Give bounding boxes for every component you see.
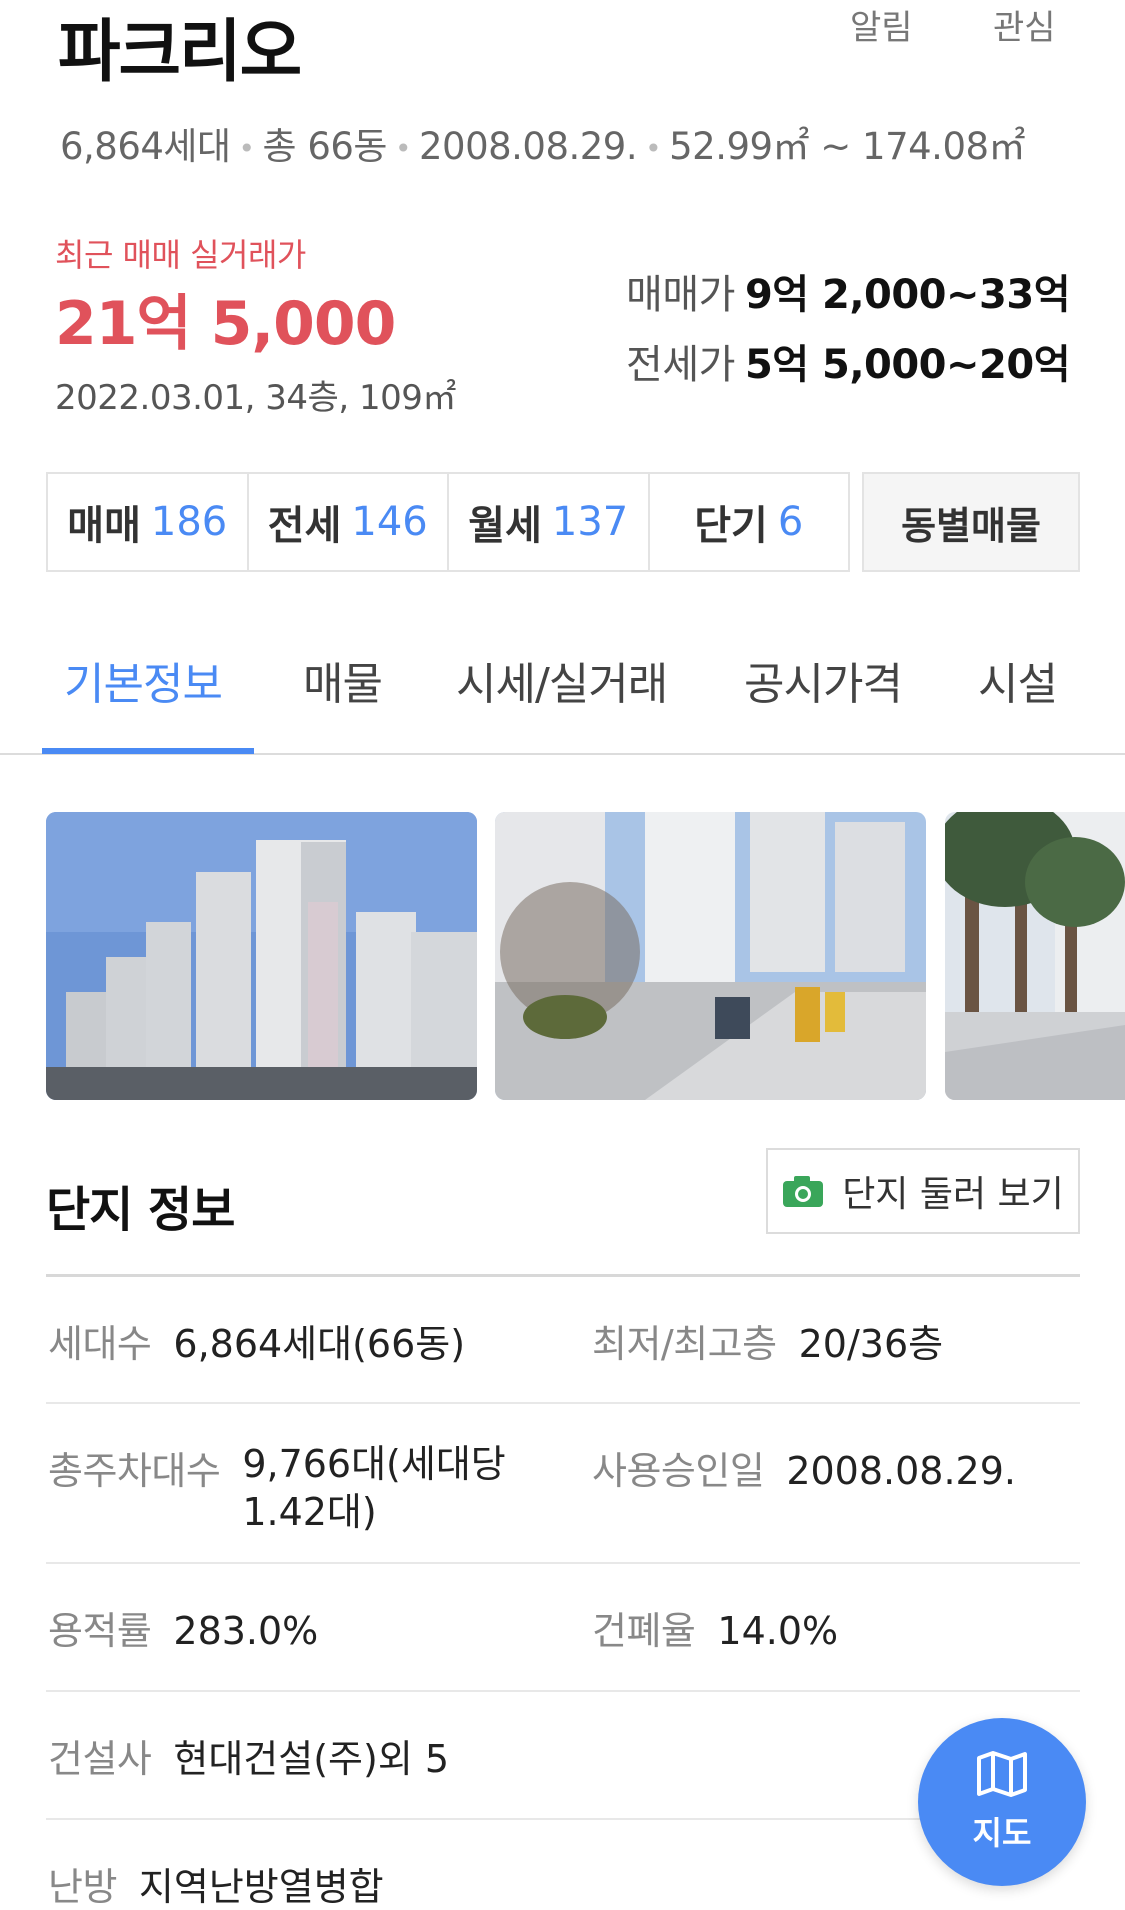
info-row: 용적률 283.0% 건폐율 14.0% — [46, 1562, 1080, 1690]
info-key: 용적률 — [48, 1609, 152, 1653]
jeonse-price-value: 5억 5,000~20억 — [744, 342, 1071, 388]
info-key: 건폐율 — [592, 1609, 696, 1653]
tab-basic-info[interactable]: 기본정보 — [64, 648, 223, 712]
active-tab-indicator — [42, 748, 254, 754]
count-value: 146 — [351, 499, 428, 545]
meta-approval-date: 2008.08.29. — [418, 125, 638, 168]
count-jeonse-button[interactable]: 전세 146 — [249, 474, 449, 570]
page-title: 파크리오 — [58, 13, 302, 92]
info-value: 20/36층 — [798, 1322, 944, 1366]
meta-households: 6,864세대 — [60, 125, 231, 168]
tab-listings[interactable]: 매물 — [303, 648, 383, 712]
complex-photo[interactable] — [495, 812, 926, 1100]
info-value: 현대건설(주)외 5 — [173, 1737, 450, 1781]
count-value: 6 — [777, 499, 804, 545]
complex-tour-label: 단지 둘러 보기 — [842, 1174, 1064, 1215]
price-summary: 최근 매매 실거래가 21억 5,000 2022.03.01, 34층, 10… — [0, 220, 1125, 420]
info-value: 9,766대(세대당 1.42대) — [242, 1442, 506, 1534]
recent-trade-price: 21억 5,000 — [55, 289, 396, 359]
info-value: 14.0% — [717, 1609, 839, 1653]
info-key: 총주차대수 — [48, 1449, 221, 1493]
info-row: 세대수 6,864세대(66동) 최저/최고층 20/36층 — [46, 1274, 1080, 1402]
meta-area-range: 52.99㎡ ~ 174.08㎡ — [669, 125, 1026, 168]
info-households: 세대수 6,864세대(66동) — [48, 1313, 465, 1368]
separator-dot: • — [645, 132, 662, 165]
map-button[interactable]: 지도 — [918, 1718, 1086, 1886]
info-floor-area-ratio: 용적률 283.0% — [48, 1600, 318, 1655]
complex-tour-button[interactable]: 단지 둘러 보기 — [766, 1148, 1080, 1234]
separator-dot: • — [238, 132, 256, 165]
tab-official-price[interactable]: 공시가격 — [744, 648, 903, 712]
info-heating: 난방 지역난방열병합 — [48, 1856, 384, 1910]
info-key: 최저/최고층 — [592, 1322, 777, 1366]
map-icon — [976, 1750, 1028, 1802]
recent-trade-detail: 2022.03.01, 34층, 109㎡ — [55, 378, 456, 418]
complex-photo[interactable] — [46, 812, 477, 1100]
sale-price-value: 9억 2,000~33억 — [744, 272, 1071, 318]
count-monthly-button[interactable]: 월세 137 — [449, 474, 650, 570]
alarm-button[interactable]: 알림 — [850, 0, 913, 49]
favorite-button[interactable]: 관심 — [993, 0, 1056, 49]
by-dong-listings-button[interactable]: 동별매물 — [862, 472, 1080, 572]
info-row: 총주차대수 9,766대(세대당 1.42대) 사용승인일 2008.08.29. — [46, 1402, 1080, 1562]
recent-trade-label: 최근 매매 실거래가 — [55, 236, 306, 274]
count-value: 186 — [150, 499, 228, 545]
count-label: 단기 — [694, 503, 768, 549]
count-label: 전세 — [267, 503, 342, 549]
info-parking: 총주차대수 9,766대(세대당 1.42대) — [48, 1440, 522, 1536]
complex-info-title: 단지 정보 — [46, 1182, 235, 1238]
jeonse-price-range: 전세가 5억 5,000~20억 — [626, 332, 1070, 390]
complex-header: 파크리오 알림 관심 6,864세대 • 총 66동 • 2008.08.29. • 52.… — [0, 0, 1125, 190]
count-label: 매매 — [67, 503, 141, 549]
info-floors: 최저/최고층 20/36층 — [592, 1313, 943, 1368]
info-value: 지역난방열병합 — [138, 1865, 384, 1909]
info-key: 사용승인일 — [592, 1449, 765, 1493]
map-button-label: 지도 — [972, 1814, 1032, 1852]
info-building-coverage: 건폐율 14.0% — [592, 1600, 838, 1655]
info-approval-date: 사용승인일 2008.08.29. — [592, 1440, 1016, 1495]
info-key: 난방 — [48, 1865, 117, 1909]
info-key: 세대수 — [48, 1322, 152, 1366]
jeonse-price-label: 전세가 — [626, 342, 735, 388]
photo-carousel[interactable] — [0, 812, 1125, 1100]
tab-bar: 기본정보 매물 시세/실거래 공시가격 시설 — [0, 620, 1125, 755]
sale-price-range: 매매가 9억 2,000~33억 — [626, 262, 1070, 320]
info-value: 2008.08.29. — [786, 1449, 1016, 1493]
complex-meta: 6,864세대 • 총 66동 • 2008.08.29. • 52.99㎡ ~ 174.0… — [60, 116, 1026, 170]
info-key: 건설사 — [48, 1737, 152, 1781]
meta-buildings: 총 66동 — [262, 125, 388, 168]
tab-facilities[interactable]: 시설 — [978, 648, 1058, 712]
complex-photo[interactable] — [945, 812, 1125, 1100]
info-value: 6,864세대(66동) — [173, 1322, 466, 1366]
info-value: 283.0% — [173, 1609, 319, 1653]
count-short-term-button[interactable]: 단기 6 — [650, 474, 849, 570]
separator-dot: • — [394, 132, 412, 165]
sale-price-label: 매매가 — [626, 272, 735, 318]
info-builder: 건설사 현대건설(주)외 5 — [48, 1728, 449, 1783]
count-label: 월세 — [468, 503, 542, 549]
camera-icon — [782, 1174, 824, 1208]
listing-counts: 매매 186 전세 146 월세 137 단기 6 — [46, 472, 850, 572]
count-value: 137 — [551, 499, 629, 545]
tab-price-trades[interactable]: 시세/실거래 — [456, 648, 668, 712]
count-sale-button[interactable]: 매매 186 — [48, 474, 249, 570]
